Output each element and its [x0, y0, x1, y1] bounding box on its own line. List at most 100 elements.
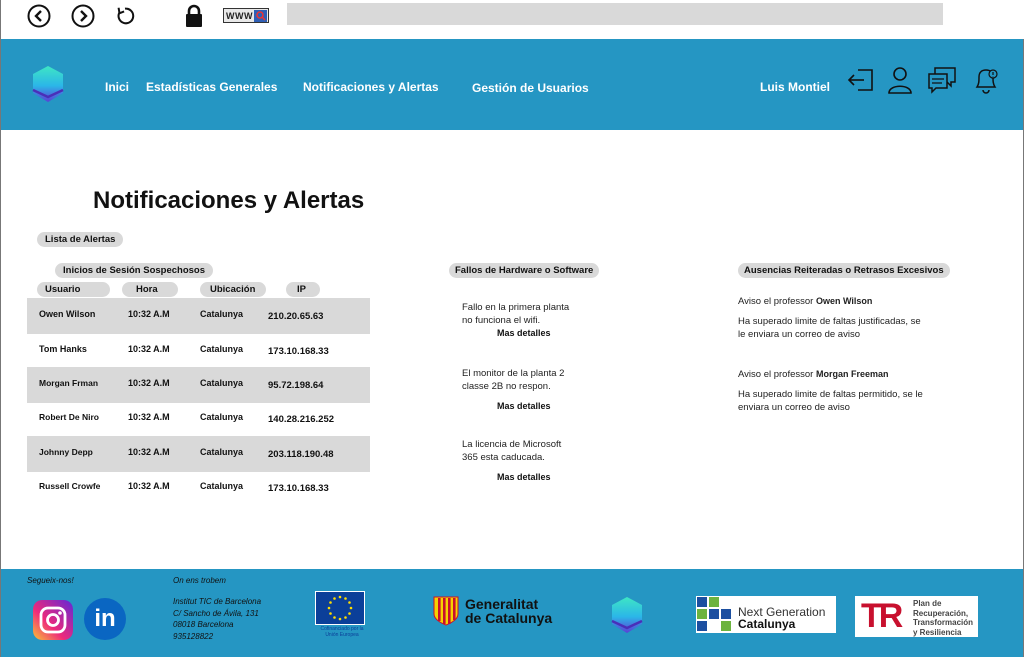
cell-ip: 210.20.65.63: [268, 311, 324, 322]
col-usuario: Usuario: [37, 282, 110, 297]
chat-icon[interactable]: [927, 65, 957, 95]
table-row[interactable]: Robert De Niro 10:32 A.M Catalunya 140.2…: [27, 401, 370, 437]
hardware-alert-line: classe 2B no respon.: [462, 381, 551, 392]
app-logo-icon[interactable]: [31, 64, 65, 104]
cell-hora: 10:32 A.M: [128, 344, 170, 354]
eu-flag-icon: [315, 591, 365, 625]
cell-hora: 10:32 A.M: [128, 378, 170, 388]
address-block: Institut TIC de Barcelona C/ Sancho de Á…: [173, 596, 261, 642]
user-icon[interactable]: [885, 65, 915, 95]
back-arrow-icon[interactable]: [26, 3, 52, 29]
cell-ip: 203.118.190.48: [268, 449, 334, 460]
next-generation-line: Catalunya: [738, 617, 796, 631]
cell-usuario: Tom Hanks: [39, 344, 87, 354]
cell-ip: 140.28.216.252: [268, 414, 335, 425]
more-details-link[interactable]: Mas detalles: [497, 401, 551, 411]
site-footer: Segueix-nos! On ens trobem in Institut T…: [1, 569, 1023, 657]
cell-usuario: Robert De Niro: [39, 412, 99, 422]
hardware-failures-title: Fallos de Hardware o Software: [449, 263, 600, 278]
recovery-plan-line: Transformación: [913, 618, 974, 627]
follow-label: Segueix-nos!: [27, 576, 74, 585]
www-label: WWW: [226, 10, 253, 21]
more-details-link[interactable]: Mas detalles: [497, 328, 551, 338]
col-ubicacion: Ubicación: [200, 282, 266, 297]
user-name[interactable]: Luis Montiel: [760, 80, 830, 94]
absence-teacher-name: Owen Wilson: [815, 296, 873, 306]
absence-teacher-name: Morgan Freeman: [815, 369, 889, 379]
cell-usuario: Morgan Frman: [39, 378, 99, 388]
where-label: On ens trobem: [173, 576, 226, 585]
reload-icon[interactable]: [112, 3, 138, 29]
generalitat-shield-icon: [433, 596, 459, 626]
recovery-plan-line: Recuperación,: [913, 608, 969, 618]
cell-hora: 10:32 A.M: [128, 309, 170, 319]
recovery-plan-line: Plan de: [913, 599, 942, 608]
absence-message-line: le enviara un correo de aviso: [738, 329, 860, 340]
nav-inici[interactable]: Inici: [105, 80, 129, 94]
next-generation-squares-icon: [697, 597, 731, 631]
cell-ip: 173.10.168.33: [268, 346, 329, 357]
address-line: C/ Sancho de Ávila, 131: [173, 608, 259, 618]
cell-usuario: Owen Wilson: [39, 309, 96, 319]
nav-gestion-usuarios[interactable]: Gestión de Usuarios: [472, 81, 589, 95]
www-icon: WWW: [223, 8, 269, 23]
linkedin-text: in: [94, 605, 116, 632]
recovery-plan-letters: TR: [861, 597, 903, 635]
absence-prefix: Aviso el professor: [738, 369, 814, 380]
cell-ubicacion: Catalunya: [200, 447, 244, 457]
hardware-alert-line: no funciona el wifi.: [462, 315, 541, 326]
cell-ubicacion: Catalunya: [200, 309, 244, 319]
col-hora: Hora: [122, 282, 178, 297]
page-title: Notificaciones y Alertas: [93, 187, 365, 214]
table-row[interactable]: Tom Hanks 10:32 A.M Catalunya 173.10.168…: [27, 333, 370, 369]
generalitat-logo: Generalitat de Catalunya: [433, 595, 552, 627]
cell-usuario: Johnny Depp: [39, 447, 93, 457]
nav-notificaciones[interactable]: Notificaciones y Alertas: [303, 80, 439, 94]
absence-message-line: Ha superado limite de faltas permitido, …: [738, 389, 923, 400]
forward-arrow-icon[interactable]: [70, 3, 96, 29]
cell-ip: 95.72.198.64: [268, 380, 324, 391]
linkedin-icon[interactable]: in: [84, 598, 126, 640]
instagram-icon[interactable]: [33, 600, 73, 640]
address-line: 08018 Barcelona: [173, 620, 234, 629]
cell-hora: 10:32 A.M: [128, 481, 170, 491]
nav-estadisticas[interactable]: Estadísticas Generales: [146, 80, 277, 94]
url-bar[interactable]: [287, 3, 943, 25]
more-details-link[interactable]: Mas detalles: [497, 472, 551, 482]
hardware-alert: La licencia de Microsoft 365 esta caduca…: [462, 438, 622, 464]
bell-icon[interactable]: [971, 65, 1001, 95]
cell-usuario: Russell Crowfe: [39, 481, 101, 491]
cell-ubicacion: Catalunya: [200, 344, 244, 354]
absence-alert: Aviso el professor Morgan Freeman Ha sup…: [738, 368, 958, 414]
address-line: Institut TIC de Barcelona: [173, 597, 262, 606]
generalitat-line: Generalitat: [465, 596, 539, 612]
cell-ubicacion: Catalunya: [200, 378, 244, 388]
site-header: Inici Estadísticas Generales Notificacio…: [1, 39, 1023, 130]
logout-icon[interactable]: [846, 65, 876, 95]
table-row[interactable]: Johnny Depp 10:32 A.M Catalunya 203.118.…: [27, 436, 370, 472]
generalitat-line: de Catalunya: [465, 610, 553, 626]
lock-icon: [181, 3, 207, 29]
alert-list-label: Lista de Alertas: [37, 232, 124, 247]
absences-title: Ausencias Reiteradas o Retrasos Excesivo…: [738, 263, 950, 278]
suspicious-logins-title: Inicios de Sesión Sospechosos: [55, 263, 214, 278]
eu-caption: Cofinanciado por la Unión Europea: [320, 626, 364, 638]
cell-ubicacion: Catalunya: [200, 481, 244, 491]
browser-bar: WWW: [1, 0, 1024, 39]
table-row[interactable]: Russell Crowfe 10:32 A.M Catalunya 173.1…: [27, 470, 370, 506]
table-row[interactable]: Morgan Frman 10:32 A.M Catalunya 95.72.1…: [27, 367, 370, 403]
hardware-alert-line: El monitor de la planta 2: [462, 368, 565, 379]
col-ip: IP: [286, 282, 320, 297]
recovery-plan-logo: TR Plan de Recuperación, Transformación …: [855, 596, 978, 637]
recovery-plan-line: y Resiliencia: [913, 627, 962, 637]
magnifier-icon: [253, 9, 267, 22]
absence-alert: Aviso el professor Owen Wilson Ha supera…: [738, 295, 958, 341]
hardware-alert: El monitor de la planta 2 classe 2B no r…: [462, 367, 622, 393]
hardware-alert-line: Fallo en la primera planta: [462, 302, 570, 313]
absence-message-line: Ha superado limite de faltas justificada…: [738, 316, 921, 327]
table-row[interactable]: Owen Wilson 10:32 A.M Catalunya 210.20.6…: [27, 298, 370, 334]
hardware-alert-line: 365 esta caducada.: [462, 452, 545, 463]
absence-message-line: enviara un correo de aviso: [738, 402, 850, 413]
address-line: 935128822: [173, 631, 214, 641]
page: WWW Inici Estadísticas Generales Notific…: [0, 0, 1024, 657]
